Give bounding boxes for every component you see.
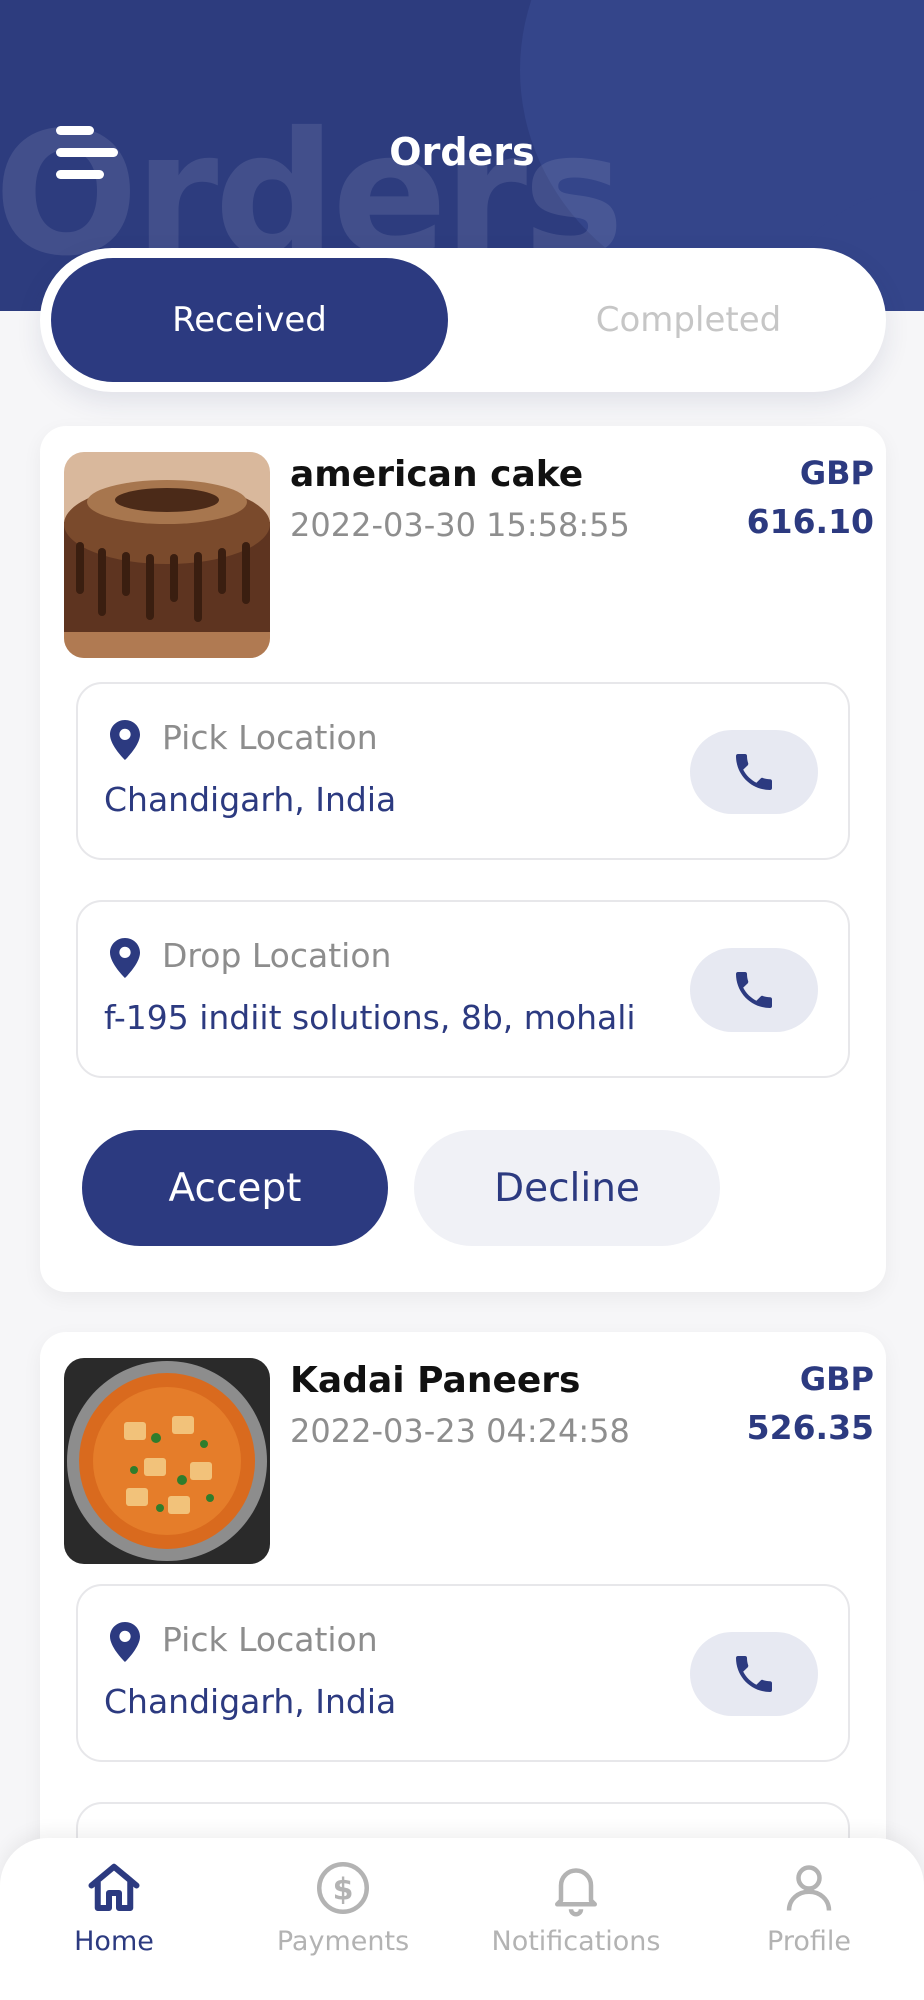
order-amount: 616.10 [746, 502, 874, 541]
pick-location-box: Pick Location Chandigarh, India [76, 682, 850, 860]
pick-location-value: Chandigarh, India [104, 780, 397, 819]
cake-image [64, 452, 270, 658]
nav-payments-label: Payments [276, 1926, 410, 1957]
pick-location-value: Chandigarh, India [104, 1682, 397, 1721]
order-card[interactable]: american cake 2022-03-30 15:58:55 GBP 61… [40, 426, 886, 1292]
page-title: Orders [389, 130, 535, 174]
phone-icon [736, 754, 772, 790]
drop-location-box: Drop Location f-195 indiit solutions, 8b… [76, 900, 850, 1078]
order-currency: GBP [799, 1360, 874, 1398]
call-button[interactable] [690, 948, 818, 1032]
phone-icon [736, 1656, 772, 1692]
tab-completed[interactable]: Completed [490, 258, 887, 382]
order-tabs: Received Completed [40, 248, 886, 392]
drop-location-value: f-195 indiit solutions, 8b, mohali [104, 998, 636, 1037]
nav-payments[interactable]: $ Payments [243, 1858, 443, 1957]
user-icon [786, 1865, 832, 1911]
drop-location-label: Drop Location [162, 936, 392, 975]
location-pin-icon [110, 1622, 140, 1662]
tab-received[interactable]: Received [51, 258, 448, 382]
pick-location-label: Pick Location [162, 1620, 378, 1659]
location-pin-icon [110, 938, 140, 978]
nav-profile-label: Profile [767, 1926, 851, 1957]
order-card[interactable]: Kadai Paneers 2022-03-23 04:24:58 GBP 52… [40, 1332, 886, 1980]
order-amount: 526.35 [746, 1408, 874, 1447]
bottom-navigation: Home $ Payments Notifications Profile [0, 1838, 924, 2000]
order-currency: GBP [799, 454, 874, 492]
call-button[interactable] [690, 730, 818, 814]
dollar-circle-icon: $ [317, 1862, 369, 1914]
location-pin-icon [110, 720, 140, 760]
svg-text:$: $ [333, 1872, 354, 1907]
bell-icon [555, 1868, 597, 1917]
order-item-name: american cake [290, 454, 584, 495]
order-datetime: 2022-03-30 15:58:55 [290, 506, 630, 544]
order-item-name: Kadai Paneers [290, 1360, 581, 1401]
accept-button[interactable]: Accept [82, 1130, 388, 1246]
nav-notifications[interactable]: Notifications [476, 1858, 676, 1957]
pick-location-box: Pick Location Chandigarh, India [76, 1584, 850, 1762]
nav-home[interactable]: Home [14, 1858, 214, 1957]
order-datetime: 2022-03-23 04:24:58 [290, 1412, 630, 1450]
phone-icon [736, 972, 772, 1008]
nav-profile[interactable]: Profile [709, 1858, 909, 1957]
order-actions: Accept Decline [40, 1130, 886, 1246]
decline-button[interactable]: Decline [414, 1130, 720, 1246]
nav-home-label: Home [74, 1926, 154, 1957]
home-icon [88, 1863, 140, 1911]
paneer-dish-image [64, 1358, 270, 1564]
call-button[interactable] [690, 1632, 818, 1716]
nav-notifications-label: Notifications [491, 1926, 661, 1957]
pick-location-label: Pick Location [162, 718, 378, 757]
